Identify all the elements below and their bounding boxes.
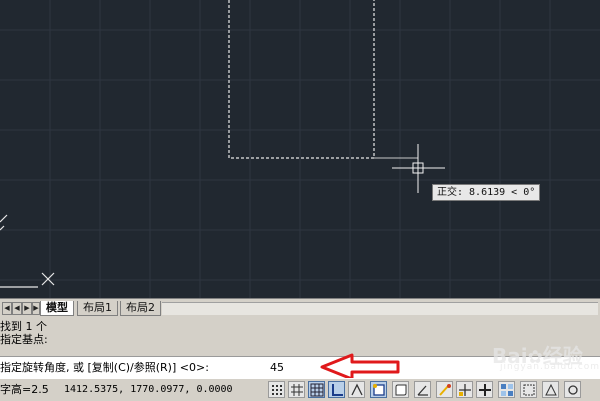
annotation-icon[interactable] (542, 381, 559, 398)
tab-layout2[interactable]: 布局2 (120, 301, 161, 316)
drawing-canvas[interactable]: 正交: 8.6139 < 0° (0, 0, 600, 298)
sc-icon[interactable] (498, 381, 515, 398)
qp-icon[interactable] (476, 381, 493, 398)
grid (0, 0, 600, 298)
history-line: 找到 1 个 (0, 320, 47, 333)
drawing-svg[interactable] (0, 0, 600, 298)
tab-model[interactable]: 模型 (40, 301, 74, 316)
ducs-icon[interactable] (392, 381, 409, 398)
otrack-icon[interactable] (370, 381, 387, 398)
baidu-watermark: Bai✿经验 jingyan.baidu.com (492, 340, 599, 372)
ortho-tooltip: 正交: 8.6139 < 0° (432, 184, 541, 201)
coordinates-readout[interactable]: 1412.5375, 1770.0977, 0.0000 (64, 379, 233, 401)
ucs-icon (0, 214, 55, 288)
selected-rectangle[interactable] (228, 0, 375, 159)
horizontal-scrollbar[interactable] (162, 302, 598, 315)
selection-cycling-icon[interactable] (520, 381, 537, 398)
command-prompt: 指定旋转角度, 或 [复制(C)/参照(R)] <0>: (0, 361, 209, 374)
polar-icon[interactable] (328, 381, 345, 398)
workspace-icon[interactable] (564, 381, 581, 398)
status-bar: 字高=2.5 1412.5375, 1770.0977, 0.0000 (0, 378, 600, 401)
tab-next-icon[interactable]: ▶ (22, 302, 32, 315)
tab-layout1[interactable]: 布局1 (77, 301, 118, 316)
watermark-sub: jingyan.baidu.com (500, 362, 600, 372)
osnap-icon[interactable] (348, 381, 365, 398)
dyn-icon[interactable] (414, 381, 431, 398)
text-height-label: 字高=2.5 (0, 383, 49, 396)
layout-tab-bar: ◀ ◀ ▶ ▶ 模型 布局1 布局2 (0, 298, 600, 317)
tab-first-icon[interactable]: ◀ (2, 302, 12, 315)
lineweight-icon[interactable] (436, 381, 453, 398)
grid-icon[interactable] (288, 381, 305, 398)
command-input-value[interactable]: 45 (270, 357, 284, 379)
tpy-icon[interactable] (456, 381, 473, 398)
snap-icon[interactable] (268, 381, 285, 398)
tab-last-icon[interactable]: ▶ (32, 302, 40, 315)
history-line: 指定基点: (0, 333, 48, 346)
tab-prev-icon[interactable]: ◀ (12, 302, 22, 315)
ortho-icon[interactable] (308, 381, 325, 398)
